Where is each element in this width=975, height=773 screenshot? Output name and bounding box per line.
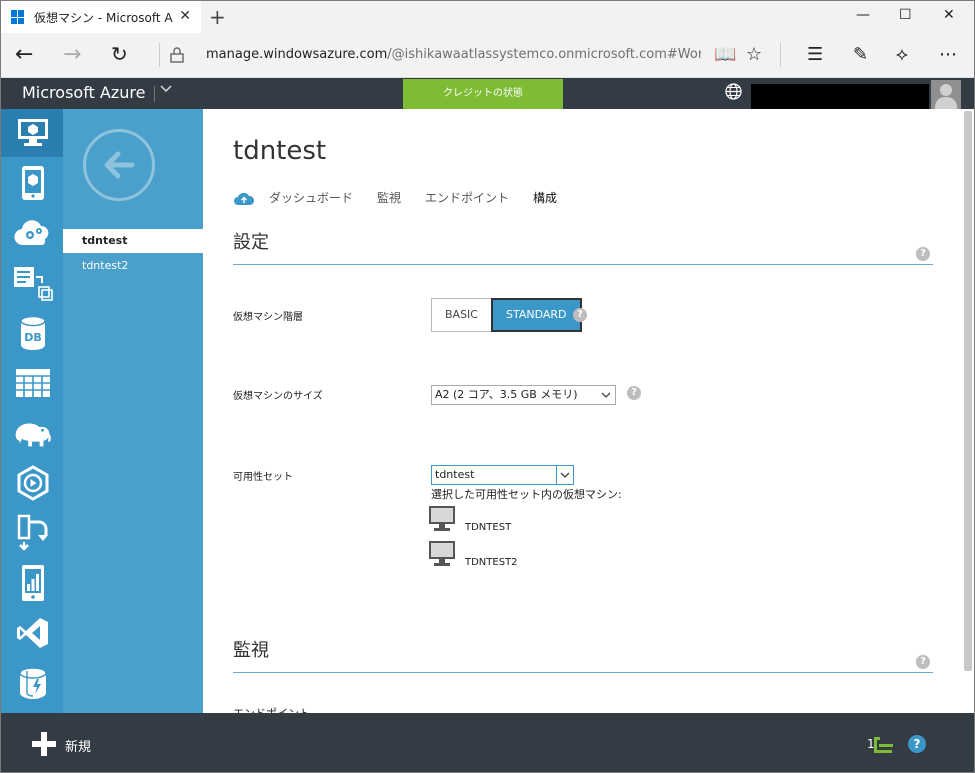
resource-list: tdntest tdntest2 — [63, 109, 203, 713]
sql-database-icon[interactable]: DB — [13, 313, 53, 353]
tab-title: 仮想マシン - Microsoft A — [34, 10, 173, 25]
back-arrow-icon — [104, 151, 135, 179]
size-label: 仮想マシンのサイズ — [233, 391, 323, 402]
reading-view-icon[interactable]: 📖 — [714, 44, 736, 65]
close-window-icon[interactable]: ✕ — [943, 7, 955, 23]
scrollbar[interactable] — [961, 109, 974, 713]
virtual-machines-icon[interactable] — [13, 113, 53, 153]
tier-help-icon[interactable]: ? — [573, 308, 587, 322]
media-services-icon[interactable] — [13, 463, 53, 503]
monitor-section-header: 監視 — [233, 636, 933, 673]
main-content: tdntest ダッシュボード 監視 エンドポイント 構成 設定 ? 仮想マシン… — [203, 109, 961, 713]
favorite-star-icon[interactable]: ☆ — [746, 44, 762, 65]
tier-basic-option[interactable]: BASIC — [432, 299, 491, 331]
divider — [780, 43, 781, 67]
azure-header: Microsoft Azure クレジットの状態 — [1, 78, 974, 109]
maximize-icon[interactable]: ☐ — [899, 7, 912, 23]
endpoint-heading-cut: エンドポイント — [233, 705, 310, 713]
minimize-icon[interactable]: — — [856, 7, 870, 23]
page-title: tdntest — [233, 136, 327, 166]
help-button[interactable]: ? — [908, 735, 926, 753]
hub-icon[interactable]: ☰ — [807, 44, 823, 65]
divider — [154, 86, 155, 102]
url-path: /@ishikawaatlassystemco.onmicrosoft.com#… — [387, 47, 701, 62]
availability-set-select[interactable]: tdntest — [431, 465, 574, 485]
brand-title[interactable]: Microsoft Azure — [22, 83, 145, 102]
availability-set-vms-caption: 選択した可用性セット内の仮想マシン: — [431, 488, 622, 501]
operations-list-icon[interactable] — [874, 737, 894, 753]
back-button[interactable] — [83, 129, 155, 201]
size-select-value: A2 (2 コア、3.5 GB メモリ) — [435, 388, 578, 401]
new-tab-icon[interactable]: + — [209, 5, 226, 29]
divider — [159, 43, 160, 67]
plus-icon[interactable] — [32, 732, 56, 756]
user-account-redacted[interactable] — [751, 84, 929, 109]
tier-toggle: BASIC STANDARD — [431, 298, 582, 332]
globe-icon[interactable] — [725, 83, 742, 104]
chevron-down-icon — [556, 466, 573, 484]
credit-status-button[interactable]: クレジットの状態 — [403, 79, 563, 109]
cloud-services-icon[interactable] — [13, 213, 53, 253]
back-arrow-icon[interactable]: ← — [15, 42, 33, 67]
hdinsight-elephant-icon[interactable] — [13, 413, 53, 453]
lock-icon — [170, 47, 184, 67]
mobile-services-icon[interactable] — [13, 163, 53, 203]
tab-close-icon[interactable]: ✕ — [179, 8, 191, 24]
tab-bar: ダッシュボード 監視 エンドポイント 構成 — [233, 189, 581, 206]
availability-set-value: tdntest — [435, 468, 475, 481]
tab-endpoints[interactable]: エンドポイント — [425, 189, 509, 206]
availability-set-label: 可用性セット — [233, 472, 293, 483]
scrollbar-thumb[interactable] — [964, 111, 972, 671]
new-button[interactable]: 新規 — [65, 736, 91, 755]
quick-start-cloud-icon[interactable] — [233, 190, 255, 206]
batch-services-icon[interactable] — [13, 263, 53, 303]
vm-name: TDNTEST2 — [465, 557, 518, 568]
chevron-down-icon — [600, 386, 612, 410]
size-select[interactable]: A2 (2 コア、3.5 GB メモリ) — [431, 385, 616, 405]
size-help-icon[interactable]: ? — [627, 386, 641, 400]
tier-standard-option[interactable]: STANDARD — [490, 298, 582, 332]
mobile-engagement-icon[interactable] — [13, 563, 53, 603]
tier-label: 仮想マシン階層 — [233, 312, 303, 323]
url-field[interactable]: manage.windowsazure.com/@ishikawaatlassy… — [206, 47, 701, 62]
chevron-down-icon[interactable] — [159, 82, 173, 100]
site-recovery-icon[interactable] — [13, 513, 53, 553]
resource-item-tdntest[interactable]: tdntest — [63, 229, 203, 253]
title-bar: 仮想マシン - Microsoft A ✕ + — ☐ ✕ — [1, 1, 974, 33]
windows-logo-icon — [11, 10, 25, 24]
visual-studio-icon[interactable] — [13, 613, 53, 653]
avatar[interactable] — [931, 80, 961, 109]
web-note-icon[interactable]: ✎ — [853, 44, 868, 65]
address-bar: ← → ↻ manage.windowsazure.com/@ishikawaa… — [1, 33, 974, 78]
settings-section-header: 設定 — [233, 229, 933, 265]
browser-tab[interactable]: 仮想マシン - Microsoft A ✕ — [1, 1, 201, 33]
cache-icon[interactable] — [13, 663, 53, 703]
settings-help-icon[interactable]: ? — [916, 247, 930, 261]
tab-configure[interactable]: 構成 — [533, 189, 557, 206]
browser-window: 仮想マシン - Microsoft A ✕ + — ☐ ✕ ← → ↻ mana… — [0, 0, 975, 773]
storage-table-icon[interactable] — [13, 363, 53, 403]
resource-item-tdntest2[interactable]: tdntest2 — [63, 254, 203, 278]
tab-dashboard[interactable]: ダッシュボード — [269, 189, 353, 206]
settings-section-title: 設定 — [233, 232, 269, 253]
command-bar: 新規 1 ? — [1, 713, 974, 772]
monitor-help-icon[interactable]: ? — [916, 655, 930, 669]
svg-text:DB: DB — [24, 331, 42, 344]
refresh-icon[interactable]: ↻ — [111, 42, 128, 66]
url-host: manage.windowsazure.com — [206, 47, 388, 62]
monitor-section-title: 監視 — [233, 640, 269, 661]
vm-name: TDNTEST — [465, 522, 512, 533]
forward-arrow-icon[interactable]: → — [63, 42, 81, 67]
monitor-icon — [428, 505, 456, 537]
tab-monitor[interactable]: 監視 — [377, 189, 401, 206]
more-icon[interactable]: ⋯ — [939, 44, 957, 65]
share-icon[interactable]: ⟡ — [896, 44, 908, 65]
monitor-icon — [428, 540, 456, 572]
left-nav: DB — [1, 109, 63, 713]
